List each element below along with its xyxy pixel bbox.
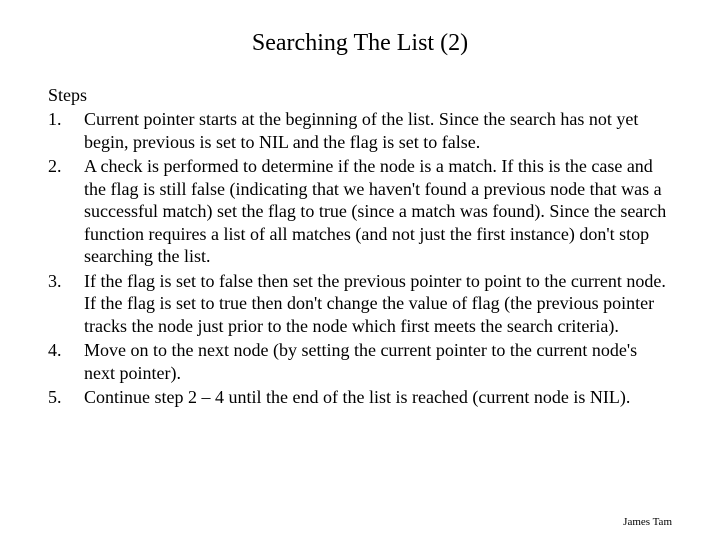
step-number: 2. [48, 155, 84, 178]
step-text: A check is performed to determine if the… [84, 155, 672, 268]
list-item: 2. A check is performed to determine if … [48, 155, 672, 268]
step-text: Current pointer starts at the beginning … [84, 108, 672, 153]
step-number: 3. [48, 270, 84, 293]
step-number: 1. [48, 108, 84, 131]
steps-header: Steps [48, 85, 672, 106]
steps-list: 1. Current pointer starts at the beginni… [48, 108, 672, 409]
footer-author: James Tam [623, 516, 672, 528]
list-item: 4. Move on to the next node (by setting … [48, 339, 672, 384]
list-item: 5. Continue step 2 – 4 until the end of … [48, 386, 672, 409]
list-item: 1. Current pointer starts at the beginni… [48, 108, 672, 153]
step-number: 5. [48, 386, 84, 409]
step-text: If the flag is set to false then set the… [84, 270, 672, 338]
step-number: 4. [48, 339, 84, 362]
list-item: 3. If the flag is set to false then set … [48, 270, 672, 338]
page-title: Searching The List (2) [48, 30, 672, 57]
step-text: Move on to the next node (by setting the… [84, 339, 672, 384]
step-text: Continue step 2 – 4 until the end of the… [84, 386, 672, 409]
